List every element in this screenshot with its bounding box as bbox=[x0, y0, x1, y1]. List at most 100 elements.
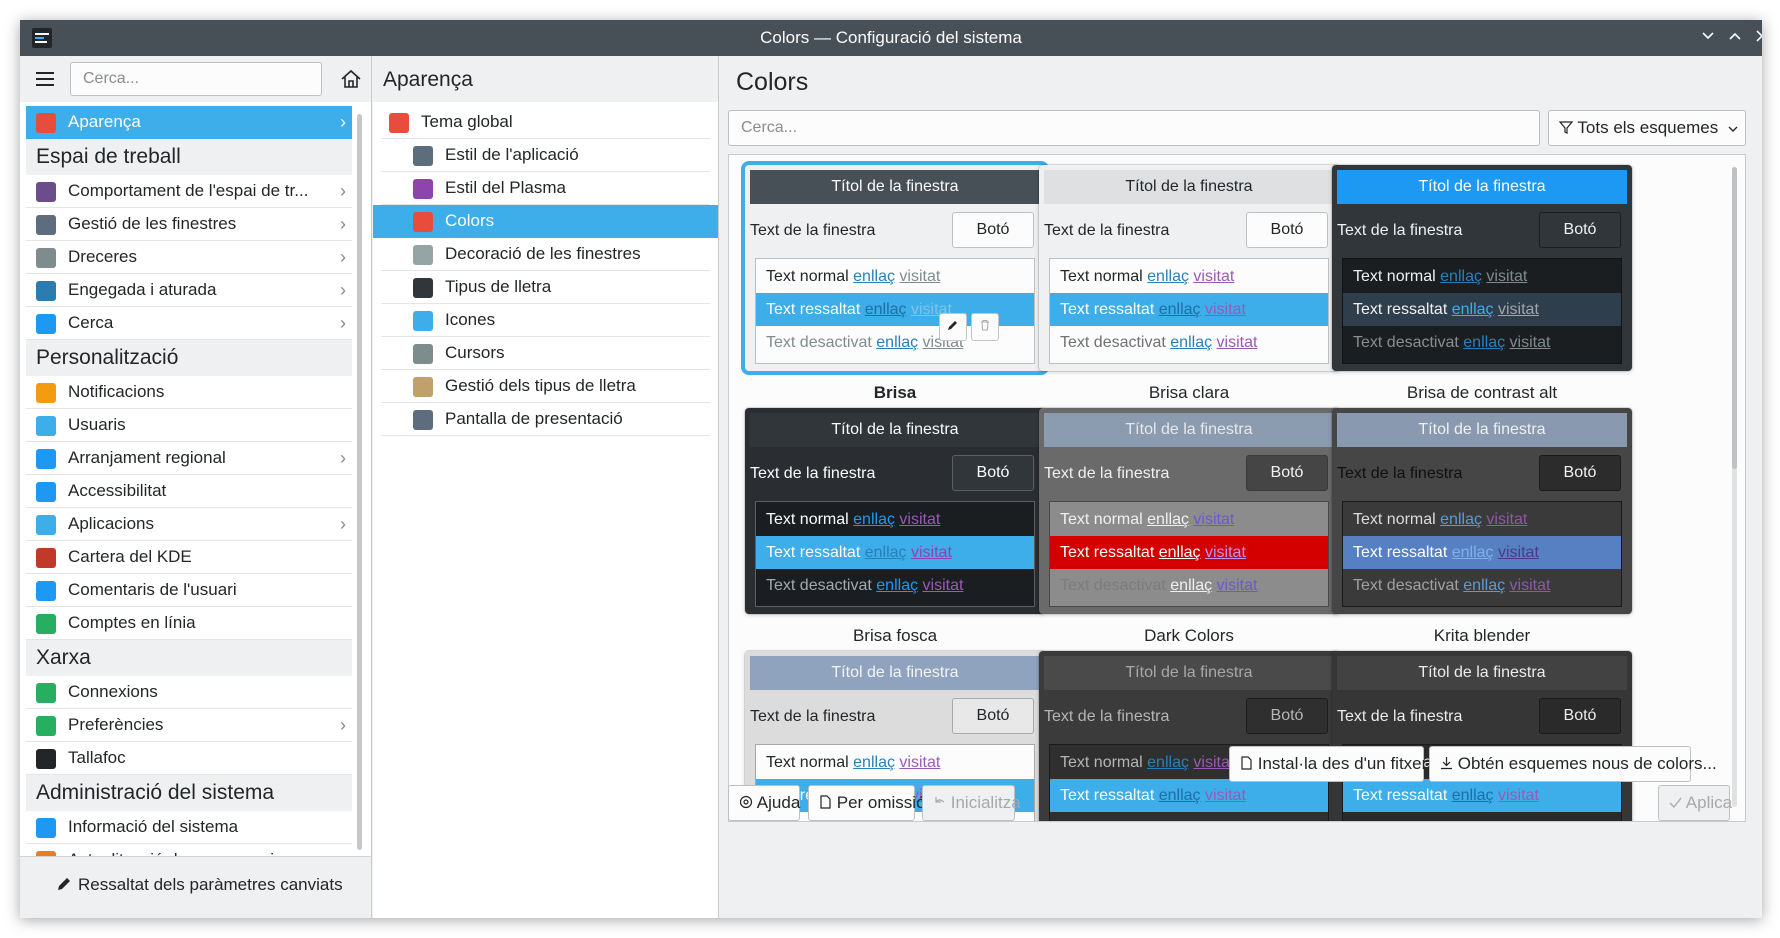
scheme-preview[interactable]: Títol de la finestra Text de la finestra B… bbox=[1332, 165, 1632, 371]
apply-button[interactable]: Aplica bbox=[1658, 785, 1733, 821]
sidebar-item[interactable]: Aplicacions › bbox=[26, 508, 352, 541]
category-item[interactable]: Cursors bbox=[381, 337, 710, 370]
preview-link: enllaç bbox=[1440, 268, 1482, 285]
delete-scheme-button[interactable] bbox=[971, 313, 999, 341]
sidebar-scrollbar[interactable] bbox=[357, 114, 362, 850]
sidebar-item[interactable]: Arranjament regional › bbox=[26, 442, 352, 475]
category-item[interactable]: Colors bbox=[373, 205, 718, 238]
edit-scheme-button[interactable] bbox=[939, 313, 967, 341]
preview-normal-row: Text normal enllaç visitat bbox=[756, 503, 1034, 536]
preview-normal-row: Text normal enllaç visitat bbox=[1050, 503, 1328, 536]
sidebar-item-label: Comptes en línia bbox=[68, 613, 196, 632]
reset-button[interactable]: Inicialitza bbox=[922, 785, 1021, 821]
chevron-down-icon bbox=[1702, 32, 1714, 40]
sidebar-item[interactable]: Engegada i aturada › bbox=[26, 274, 352, 307]
sidebar-item-label: Cerca bbox=[68, 313, 114, 332]
preview-row-text: Text normal bbox=[1060, 511, 1143, 528]
category-item-label: Estil de l'aplicació bbox=[445, 145, 579, 164]
scheme-name: Brisa fosca bbox=[852, 626, 938, 645]
category-item[interactable]: Tema global bbox=[381, 106, 710, 139]
preview-window: Títol de la finestra Text de la finestra B… bbox=[1337, 413, 1627, 609]
preview-row-text: Text desactivat bbox=[766, 334, 872, 351]
sidebar-item[interactable]: Notificacions bbox=[26, 376, 352, 409]
install-from-file-button[interactable]: Instal·la des d'un fitxer... bbox=[1229, 746, 1441, 782]
sidebar-item[interactable]: Cerca › bbox=[26, 307, 352, 340]
scheme-preview[interactable]: Títol de la finestra Text de la finestra B… bbox=[1039, 408, 1339, 614]
category-item[interactable]: Gestió dels tipus de lletra bbox=[381, 370, 710, 403]
highlight-changed-settings-button[interactable]: Ressaltat dels paràmetres canviats bbox=[56, 875, 343, 895]
sidebar-item-label: Tallafoc bbox=[68, 748, 126, 767]
category-item[interactable]: Pantalla de presentació bbox=[381, 403, 710, 436]
category-item[interactable]: Decoració de les finestres bbox=[381, 238, 710, 271]
preview-link: enllaç bbox=[853, 511, 895, 528]
category-item[interactable]: Estil de l'aplicació bbox=[381, 139, 710, 172]
close-button[interactable] bbox=[1750, 26, 1762, 50]
sidebar-search-input[interactable]: Cerca... bbox=[70, 62, 322, 96]
preview-button: Botó bbox=[952, 698, 1034, 734]
preview-row-text: Text ressaltat bbox=[766, 301, 861, 318]
sidebar-item-label: Usuaris bbox=[68, 415, 126, 434]
sidebar-item[interactable]: Aparença › bbox=[26, 106, 352, 139]
sidebar-item[interactable]: Usuaris bbox=[26, 409, 352, 442]
grid-scrollbar[interactable] bbox=[1732, 167, 1737, 469]
home-icon[interactable] bbox=[338, 66, 364, 92]
scheme-preview[interactable]: Títol de la finestra Text de la finestra B… bbox=[745, 408, 1045, 614]
chevron-right-icon: › bbox=[340, 280, 346, 300]
preview-button: Botó bbox=[1246, 212, 1328, 248]
title-bar[interactable]: Colors — Configuració del sistema bbox=[20, 20, 1762, 56]
sidebar-item-label: Preferències bbox=[68, 715, 164, 734]
document-icon bbox=[1241, 756, 1252, 770]
reset-label: Inicialitza bbox=[950, 793, 1021, 812]
apply-label: Aplica bbox=[1685, 793, 1733, 812]
scheme-preview[interactable]: Títol de la finestra Text de la finestra B… bbox=[1332, 408, 1632, 614]
help-button[interactable]: Ajuda bbox=[728, 785, 800, 821]
sidebar-item[interactable]: Comportament de l'espai de tr... › bbox=[26, 175, 352, 208]
sidebar-item[interactable]: Comentaris de l'usuari bbox=[26, 574, 352, 607]
sidebar-item[interactable]: Informació del sistema bbox=[26, 811, 352, 844]
preview-window-title: Títol de la finestra bbox=[750, 170, 1040, 204]
scheme-preview[interactable]: Títol de la finestra Text de la finestra B… bbox=[1039, 165, 1339, 371]
get-new-schemes-button[interactable]: Obtén esquemes nous de colors... bbox=[1429, 746, 1717, 782]
preview-visited-link: visitat bbox=[1497, 544, 1539, 561]
sidebar-item[interactable]: Actualització de programari bbox=[26, 844, 352, 856]
sidebar-item[interactable]: Cartera del KDE bbox=[26, 541, 352, 574]
scheme-search-input[interactable]: Cerca... bbox=[728, 110, 1540, 146]
scheme-filter-dropdown[interactable]: Tots els esquemes bbox=[1548, 110, 1746, 146]
app-style-icon bbox=[413, 146, 433, 166]
pencil-icon bbox=[948, 321, 957, 330]
category-item[interactable]: Estil del Plasma bbox=[381, 172, 710, 205]
sidebar-item-label: Cartera del KDE bbox=[68, 547, 192, 566]
category-panel: Aparença Tema global Estil de l'aplicació… bbox=[373, 56, 719, 918]
preview-link: enllaç bbox=[1451, 787, 1494, 804]
sidebar-item[interactable]: Comptes en línia bbox=[26, 607, 352, 640]
preview-selected-row: Text ressaltat enllaç visitat bbox=[1343, 779, 1621, 812]
sidebar-item[interactable]: Gestió de les finestres › bbox=[26, 208, 352, 241]
users-icon bbox=[36, 416, 56, 436]
sidebar-item[interactable]: Tallafoc bbox=[26, 742, 352, 775]
preview-normal-row: Text normal enllaç visitat bbox=[756, 746, 1034, 779]
preview-row-text: Text ressaltat bbox=[1353, 787, 1448, 804]
sidebar-item[interactable]: Accessibilitat bbox=[26, 475, 352, 508]
scheme-filter-label: Tots els esquemes bbox=[1577, 118, 1719, 137]
accessibility-icon bbox=[36, 482, 56, 502]
preview-visited-link: visitat bbox=[910, 544, 952, 561]
preview-row-text: Text desactivat bbox=[1060, 334, 1166, 351]
maximize-button[interactable] bbox=[1723, 26, 1747, 50]
scheme-preview[interactable]: Títol de la finestra Text de la finestra B… bbox=[745, 165, 1045, 371]
minimize-button[interactable] bbox=[1696, 26, 1720, 50]
preview-window: Títol de la finestra Text de la finestra B… bbox=[1044, 656, 1334, 821]
sidebar-item[interactable]: Dreceres › bbox=[26, 241, 352, 274]
category-item-label: Decoració de les finestres bbox=[445, 244, 641, 263]
sidebar-item[interactable]: Connexions bbox=[26, 676, 352, 709]
category-item[interactable]: Icones bbox=[381, 304, 710, 337]
preview-visited-link: visitat bbox=[1509, 577, 1551, 594]
hamburger-menu-icon[interactable] bbox=[34, 68, 56, 90]
category-item[interactable]: Tipus de lletra bbox=[381, 271, 710, 304]
preview-normal-row: Text normal enllaç visitat bbox=[1343, 503, 1621, 536]
scheme-preview[interactable]: Títol de la finestra Text de la finestra B… bbox=[1332, 651, 1632, 821]
scheme-name: Brisa clara bbox=[1148, 383, 1230, 402]
sidebar-item[interactable]: Preferències › bbox=[26, 709, 352, 742]
scheme-preview[interactable]: Títol de la finestra Text de la finestra B… bbox=[1039, 651, 1339, 821]
defaults-button[interactable]: Per omissió bbox=[808, 785, 926, 821]
preview-link: enllaç bbox=[1147, 268, 1189, 285]
